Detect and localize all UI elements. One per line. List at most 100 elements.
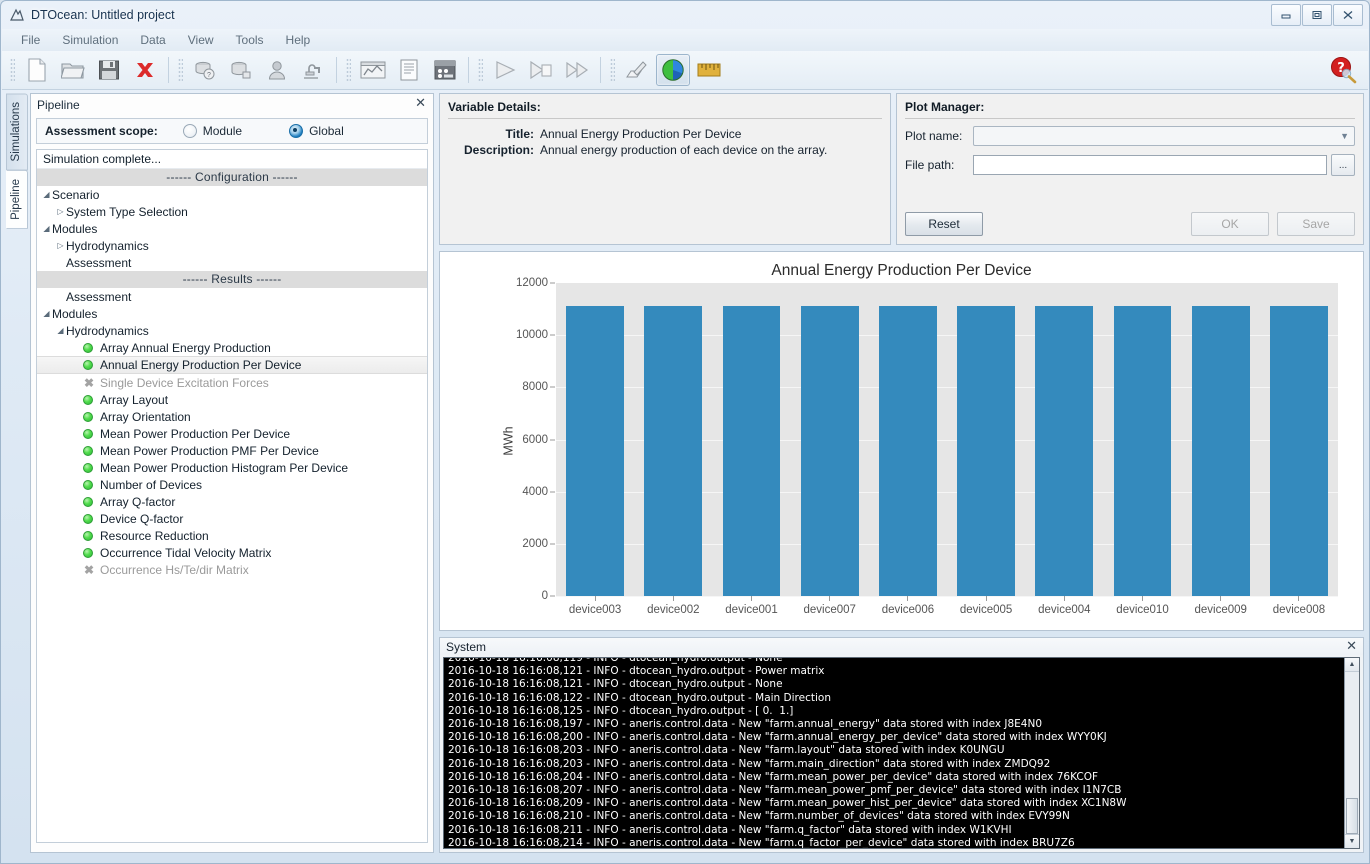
- chart-x-axis-labels: device003device002device001device007devi…: [556, 604, 1338, 616]
- system-log-scrollbar[interactable]: ▲ ▼: [1344, 658, 1359, 848]
- menu-simulation[interactable]: Simulation: [51, 30, 129, 50]
- scrollbar-thumb[interactable]: [1346, 798, 1358, 834]
- chart-y-tick-label: 10000: [516, 329, 548, 341]
- chart-y-tick-mark: [550, 387, 555, 388]
- side-tab-pipeline[interactable]: Pipeline: [6, 170, 28, 229]
- tree-item[interactable]: Mean Power Production PMF Per Device: [37, 442, 427, 459]
- person-icon[interactable]: [260, 54, 294, 86]
- minimize-icon[interactable]: [1271, 4, 1301, 26]
- menu-tools[interactable]: Tools: [225, 30, 275, 50]
- tree-item[interactable]: Occurrence Tidal Velocity Matrix: [37, 544, 427, 561]
- chart-bar-slot: [1025, 283, 1103, 596]
- save-button[interactable]: Save: [1277, 212, 1355, 236]
- menu-view[interactable]: View: [177, 30, 225, 50]
- tree-item[interactable]: ▷System Type Selection: [37, 203, 427, 220]
- svg-text:?: ?: [207, 72, 211, 79]
- delete-red-x-icon[interactable]: [128, 54, 162, 86]
- pipeline-tree[interactable]: Simulation complete... ------ Configurat…: [36, 149, 428, 843]
- scope-option-global[interactable]: Global: [289, 124, 344, 138]
- variable-description-label: Description:: [448, 142, 534, 158]
- tree-item[interactable]: Array Layout: [37, 391, 427, 408]
- tree-item[interactable]: Annual Energy Production Per Device: [37, 356, 427, 374]
- ruler-icon[interactable]: [692, 54, 726, 86]
- run-step-icon[interactable]: [524, 54, 558, 86]
- close-icon[interactable]: [1333, 4, 1363, 26]
- chart-x-tick: [791, 596, 869, 601]
- tree-item[interactable]: Resource Reduction: [37, 527, 427, 544]
- radio-global-icon[interactable]: [289, 124, 303, 138]
- title-bar: DTOcean: Untitled project: [1, 1, 1369, 29]
- scroll-down-icon[interactable]: ▼: [1345, 834, 1359, 848]
- chart-y-tick-mark: [550, 596, 555, 597]
- tree-item[interactable]: ◢Hydrodynamics: [37, 322, 427, 339]
- chevron-down-icon[interactable]: ◢: [41, 309, 52, 318]
- dtocean-logo-icon: [9, 7, 25, 23]
- tree-item[interactable]: ◢Scenario: [37, 186, 427, 203]
- tree-item[interactable]: Mean Power Production Per Device: [37, 425, 427, 442]
- close-icon[interactable]: ✕: [415, 95, 426, 111]
- side-tab-simulations[interactable]: Simulations: [6, 93, 28, 170]
- tree-item[interactable]: Assessment: [37, 288, 427, 305]
- database-icon[interactable]: [224, 54, 258, 86]
- close-icon[interactable]: ✕: [1346, 638, 1357, 654]
- chart-window-icon[interactable]: [356, 54, 390, 86]
- tap-faucet-icon[interactable]: [296, 54, 330, 86]
- chart-bar-slot: [869, 283, 947, 596]
- tree-item[interactable]: ◢Modules: [37, 220, 427, 237]
- tree-item[interactable]: ◢Modules: [37, 305, 427, 322]
- file-path-input[interactable]: [973, 155, 1327, 175]
- chart-x-tick-label: device005: [947, 604, 1025, 616]
- chart-bar: [1270, 306, 1328, 596]
- new-file-icon[interactable]: [20, 54, 54, 86]
- scroll-up-icon[interactable]: ▲: [1345, 658, 1359, 672]
- chart-x-tick-mark: [751, 596, 752, 601]
- chevron-down-icon[interactable]: ◢: [55, 326, 66, 335]
- open-folder-icon[interactable]: [56, 54, 90, 86]
- tree-item[interactable]: Device Q-factor: [37, 510, 427, 527]
- chart-x-tick-mark: [1064, 596, 1065, 601]
- chevron-down-icon[interactable]: ◢: [41, 224, 52, 233]
- tree-item[interactable]: ✖Occurrence Hs/Te/dir Matrix: [37, 561, 427, 578]
- menu-file[interactable]: File: [10, 30, 51, 50]
- toolbar-grip[interactable]: [346, 58, 351, 82]
- menu-data[interactable]: Data: [129, 30, 176, 50]
- document-list-icon[interactable]: [392, 54, 426, 86]
- plot-name-select[interactable]: ▼: [973, 126, 1355, 146]
- chart-panel: Annual Energy Production Per Device MWh …: [439, 251, 1364, 631]
- tree-item[interactable]: ▷Hydrodynamics: [37, 237, 427, 254]
- run-all-icon[interactable]: [560, 54, 594, 86]
- chart-x-tick: [1182, 596, 1260, 601]
- system-log[interactable]: 2016-10-18 16:16:08,119 - INFO - dtocean…: [443, 657, 1360, 849]
- tree-item[interactable]: Mean Power Production Histogram Per Devi…: [37, 459, 427, 476]
- tree-item[interactable]: Array Q-factor: [37, 493, 427, 510]
- toolbar-grip[interactable]: [10, 58, 15, 82]
- tree-item[interactable]: Assessment: [37, 254, 427, 271]
- chart-x-tick: [634, 596, 712, 601]
- toolbar-grip[interactable]: [478, 58, 483, 82]
- pie-chart-globe-icon[interactable]: [656, 54, 690, 86]
- help-magnifier-icon[interactable]: ?: [1328, 55, 1358, 85]
- toolbar-grip[interactable]: [178, 58, 183, 82]
- reset-button[interactable]: Reset: [905, 212, 983, 236]
- chevron-right-icon[interactable]: ▷: [55, 241, 66, 250]
- toolbar-grip[interactable]: [610, 58, 615, 82]
- tree-item[interactable]: Array Orientation: [37, 408, 427, 425]
- tree-item[interactable]: ✖Single Device Excitation Forces: [37, 374, 427, 391]
- chevron-right-icon[interactable]: ▷: [55, 207, 66, 216]
- radio-module-icon[interactable]: [183, 124, 197, 138]
- ok-button[interactable]: OK: [1191, 212, 1269, 236]
- menu-help[interactable]: Help: [275, 30, 322, 50]
- matrix-data-icon[interactable]: [428, 54, 462, 86]
- save-disk-icon[interactable]: [92, 54, 126, 86]
- chevron-down-icon[interactable]: ◢: [41, 190, 52, 199]
- database-query-icon[interactable]: ?: [188, 54, 222, 86]
- tree-item[interactable]: Number of Devices: [37, 476, 427, 493]
- pen-plot-icon[interactable]: [620, 54, 654, 86]
- tree-item[interactable]: Array Annual Energy Production: [37, 339, 427, 356]
- scope-option-module[interactable]: Module: [183, 124, 242, 138]
- chart-y-tick-label: 6000: [522, 434, 548, 446]
- chevron-down-icon[interactable]: ▼: [1340, 131, 1349, 141]
- maximize-icon[interactable]: [1302, 4, 1332, 26]
- run-play-icon[interactable]: [488, 54, 522, 86]
- browse-button[interactable]: ...: [1331, 154, 1355, 176]
